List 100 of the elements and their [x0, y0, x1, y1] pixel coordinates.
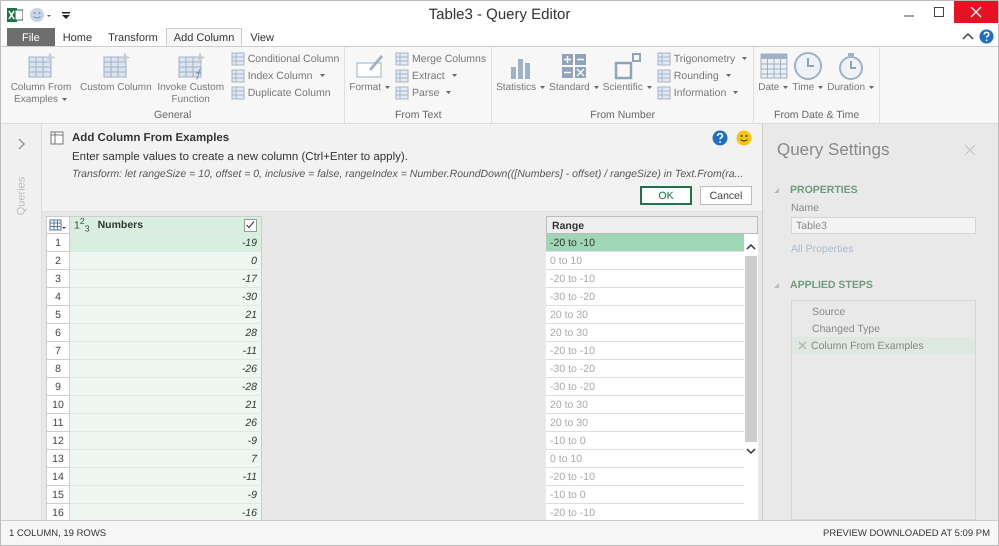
scrollbar-thumb[interactable] [745, 256, 757, 442]
caret-icon [384, 84, 392, 90]
status-text: 1 COLUMN, 19 ROWS [9, 528, 106, 538]
ribbon-tab[interactable]: Add Column [166, 28, 242, 47]
ribbon-tab[interactable]: Transform [100, 28, 166, 46]
ribbon-button[interactable]: Conditional Column [228, 50, 342, 67]
panel-title: Add Column From Examples [72, 132, 230, 144]
customize-icon[interactable] [61, 10, 71, 20]
checkbox[interactable] [244, 218, 257, 232]
caret-icon [817, 84, 824, 90]
table-icon [656, 68, 671, 82]
table-icon [230, 68, 245, 82]
field-label: Name [791, 202, 820, 214]
table-cell[interactable]: 20 to 30 [546, 306, 744, 324]
ribbon-button[interactable]: Format [348, 49, 392, 109]
table-cell[interactable]: 20 to 30 [546, 396, 744, 414]
row-number: 7 [46, 342, 70, 360]
row-number: 1 [46, 234, 70, 252]
group-label: From Date & Time [773, 109, 860, 123]
table-cell: -26 [70, 360, 262, 378]
table-cell[interactable]: -30 to -20 [546, 360, 744, 378]
ribbon-button[interactable]: Scientific [602, 49, 654, 109]
row-number: 9 [46, 378, 70, 396]
ribbon-button[interactable]: Statistics [495, 49, 548, 109]
table-icon [395, 52, 410, 66]
caret-icon [724, 73, 732, 78]
table-cell[interactable]: -30 to -20 [546, 288, 744, 306]
row-number: 16 [46, 504, 70, 520]
ribbon-button[interactable]: Parse [393, 84, 488, 101]
row-number: 6 [46, 324, 70, 342]
table-cell: 28 [70, 324, 262, 342]
table-cell[interactable]: -20 to -10 [546, 342, 744, 360]
section-heading: APPLIED STEPS [790, 279, 873, 292]
table-cell[interactable]: -10 to 0 [546, 432, 744, 450]
table-cell[interactable]: 20 to 30 [546, 414, 744, 432]
ribbon-button[interactable]: Information [654, 84, 750, 101]
table-cell[interactable]: -10 to 0 [546, 486, 744, 504]
ribbon-button[interactable]: Invoke Custom Function [154, 49, 228, 109]
transform-formula: Transform: let rangeSize = 10, offset = 0, inclusive = false, rangeIndex = Number.RoundDown(([Numbers] - offset) / rangeSize) in Text.From(ra... [72, 168, 744, 180]
table-cell: 26 [70, 414, 262, 432]
table-cell[interactable]: -30 to -20 [546, 378, 744, 396]
ribbon-button[interactable]: Date [757, 49, 790, 109]
help-icon[interactable] [979, 29, 994, 44]
ribbon-tab[interactable]: View [242, 28, 282, 46]
applied-step[interactable]: Changed Type [792, 320, 975, 338]
ribbon-button[interactable]: Extract [393, 67, 488, 84]
help-icon[interactable] [712, 130, 728, 146]
ribbon-button[interactable]: Rounding [654, 67, 750, 84]
exponent-icon [612, 51, 643, 81]
table-cell: -9 [70, 486, 262, 504]
row-number: 3 [46, 270, 70, 288]
table-cell: -30 [70, 288, 262, 306]
ribbon-tab[interactable]: Home [54, 28, 100, 46]
applied-step[interactable]: Column From Examples [792, 337, 975, 354]
row-number: 14 [46, 468, 70, 486]
function-icon [176, 51, 206, 81]
scroll-down-icon[interactable] [745, 446, 757, 456]
ribbon-button[interactable]: Column From Examples [4, 49, 78, 109]
ribbon-button[interactable]: Index Column [228, 67, 342, 84]
ribbon-button[interactable]: Duplicate Column [228, 84, 342, 101]
applied-step[interactable]: Source [792, 303, 975, 320]
scroll-up-icon[interactable] [745, 242, 757, 252]
table-cell: -17 [70, 270, 262, 288]
table-cell: -28 [70, 378, 262, 396]
ribbon-button[interactable]: Merge Columns [393, 50, 488, 67]
table-icon [395, 68, 410, 82]
ribbon-button[interactable]: Trigonometry [654, 50, 750, 67]
caret-icon [539, 84, 546, 90]
group-label: General [152, 109, 192, 123]
ribbon-button[interactable]: Duration [826, 49, 876, 109]
table-cell: 7 [70, 450, 262, 468]
cancel-button[interactable]: Cancel [700, 186, 752, 205]
ok-button[interactable]: OK [640, 186, 692, 205]
table-menu-icon[interactable] [49, 219, 67, 231]
ribbon-button[interactable]: Custom Column [79, 49, 153, 109]
table-cell[interactable]: -20 to -10 [546, 468, 744, 486]
name-field[interactable]: Table3 [791, 217, 976, 234]
table-cell[interactable]: -20 to -10 [546, 504, 744, 520]
app-logo-icon [7, 6, 23, 22]
ribbon-tab[interactable]: File [7, 28, 55, 46]
caret-icon [732, 90, 740, 95]
table-icon [230, 52, 245, 66]
pane-title: Query Settings [777, 140, 890, 160]
section-heading: PROPERTIES [790, 184, 858, 196]
close-icon[interactable] [954, 1, 998, 23]
table-cell[interactable]: 0 to 10 [546, 450, 744, 468]
ribbon-button[interactable]: Standard [548, 49, 601, 109]
caret-icon [868, 84, 876, 90]
smiley-icon[interactable] [736, 130, 752, 146]
ribbon-button[interactable]: Time [791, 49, 826, 109]
row-number: 5 [46, 306, 70, 324]
table-icon [395, 86, 410, 100]
table-cell[interactable]: -20 to -10 [546, 270, 744, 288]
table-cell[interactable]: 20 to 30 [546, 324, 744, 342]
table-cell[interactable]: -20 to -10 [546, 234, 744, 252]
row-number: 15 [46, 486, 70, 504]
table-cell[interactable]: 0 to 10 [546, 252, 744, 270]
expand-icon[interactable] [16, 138, 26, 150]
table-cell: -9 [70, 432, 262, 450]
caret-icon [445, 90, 452, 95]
